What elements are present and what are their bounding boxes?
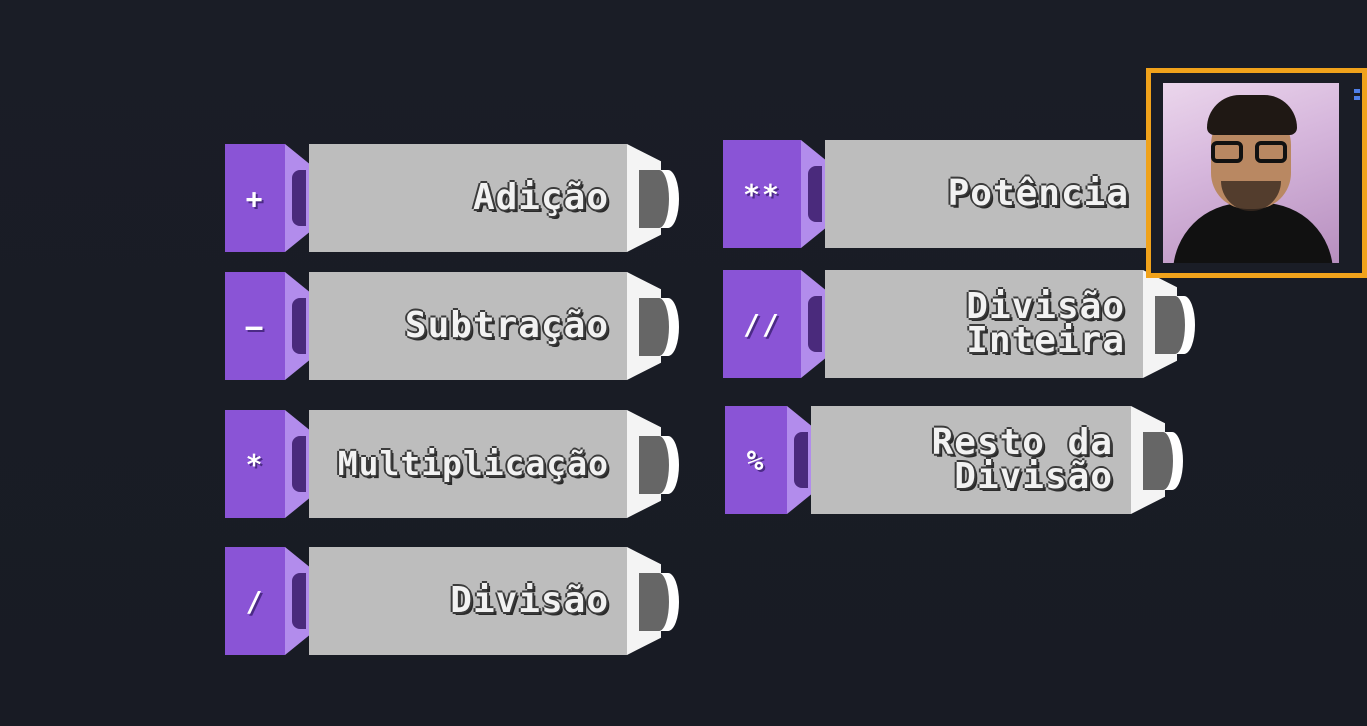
- operator-label-panel: Multiplicação: [309, 410, 627, 518]
- connector-knob-icon: [1155, 296, 1195, 354]
- operator-label: Potência: [947, 173, 1129, 214]
- slide-canvas: + Adição – Subtração * Multiplicação / D…: [0, 0, 1367, 726]
- operator-label-panel: Resto da Divisão: [811, 406, 1131, 514]
- key-slot: [794, 432, 808, 488]
- operator-symbol: –: [245, 309, 265, 343]
- operator-symbol-key: %: [725, 406, 787, 514]
- connector-knob-icon: [639, 436, 679, 494]
- operator-label-panel: Adição: [309, 144, 627, 252]
- operator-block-modulo: % Resto da Divisão: [725, 406, 1183, 514]
- menu-dots-icon: [1354, 89, 1360, 107]
- operator-symbol: *: [245, 447, 265, 481]
- operator-block-integer-division: // Divisão Inteira: [723, 270, 1195, 378]
- operator-label: Adição: [472, 177, 609, 218]
- operator-label: Multiplicação: [337, 444, 609, 483]
- operator-label: Divisão Inteira: [966, 286, 1125, 361]
- glasses-icon: [1211, 141, 1295, 165]
- connector-knob-icon: [1143, 432, 1183, 490]
- operator-symbol: /: [245, 584, 265, 618]
- operator-label-panel: Divisão: [309, 547, 627, 655]
- connector-knob-icon: [639, 298, 679, 356]
- connector-knob-icon: [639, 170, 679, 228]
- operator-block-subtraction: – Subtração: [225, 272, 681, 380]
- operator-symbol-key: /: [225, 547, 285, 655]
- webcam-overlay: [1146, 68, 1367, 278]
- presenter-shirt: [1173, 203, 1333, 263]
- operator-symbol: **: [743, 177, 781, 211]
- operator-symbol-key: –: [225, 272, 285, 380]
- key-slot: [292, 298, 306, 354]
- operator-symbol-key: //: [723, 270, 801, 378]
- operator-block-division: / Divisão: [225, 547, 681, 655]
- key-slot: [292, 573, 306, 629]
- key-slot: [292, 170, 306, 226]
- operator-symbol: %: [746, 443, 766, 477]
- operator-symbol-key: **: [723, 140, 801, 248]
- operator-symbol-key: *: [225, 410, 285, 518]
- operator-block-addition: + Adição: [225, 144, 681, 252]
- operator-label-panel: Subtração: [309, 272, 627, 380]
- operator-symbol-key: +: [225, 144, 285, 252]
- operator-block-power: ** Potência: [723, 140, 1179, 248]
- operator-label-panel: Divisão Inteira: [825, 270, 1143, 378]
- key-slot: [808, 166, 822, 222]
- key-slot: [808, 296, 822, 352]
- operator-label-panel: Potência: [825, 140, 1147, 248]
- operator-label: Subtração: [404, 305, 609, 346]
- presenter-hair: [1207, 95, 1297, 135]
- operator-block-multiplication: * Multiplicação: [225, 410, 681, 518]
- operator-symbol: //: [743, 307, 781, 341]
- operator-symbol: +: [245, 181, 265, 215]
- connector-knob-icon: [639, 573, 679, 631]
- presenter-video: [1163, 83, 1339, 263]
- operator-label: Resto da Divisão: [931, 422, 1113, 497]
- operator-label: Divisão: [450, 580, 609, 621]
- key-slot: [292, 436, 306, 492]
